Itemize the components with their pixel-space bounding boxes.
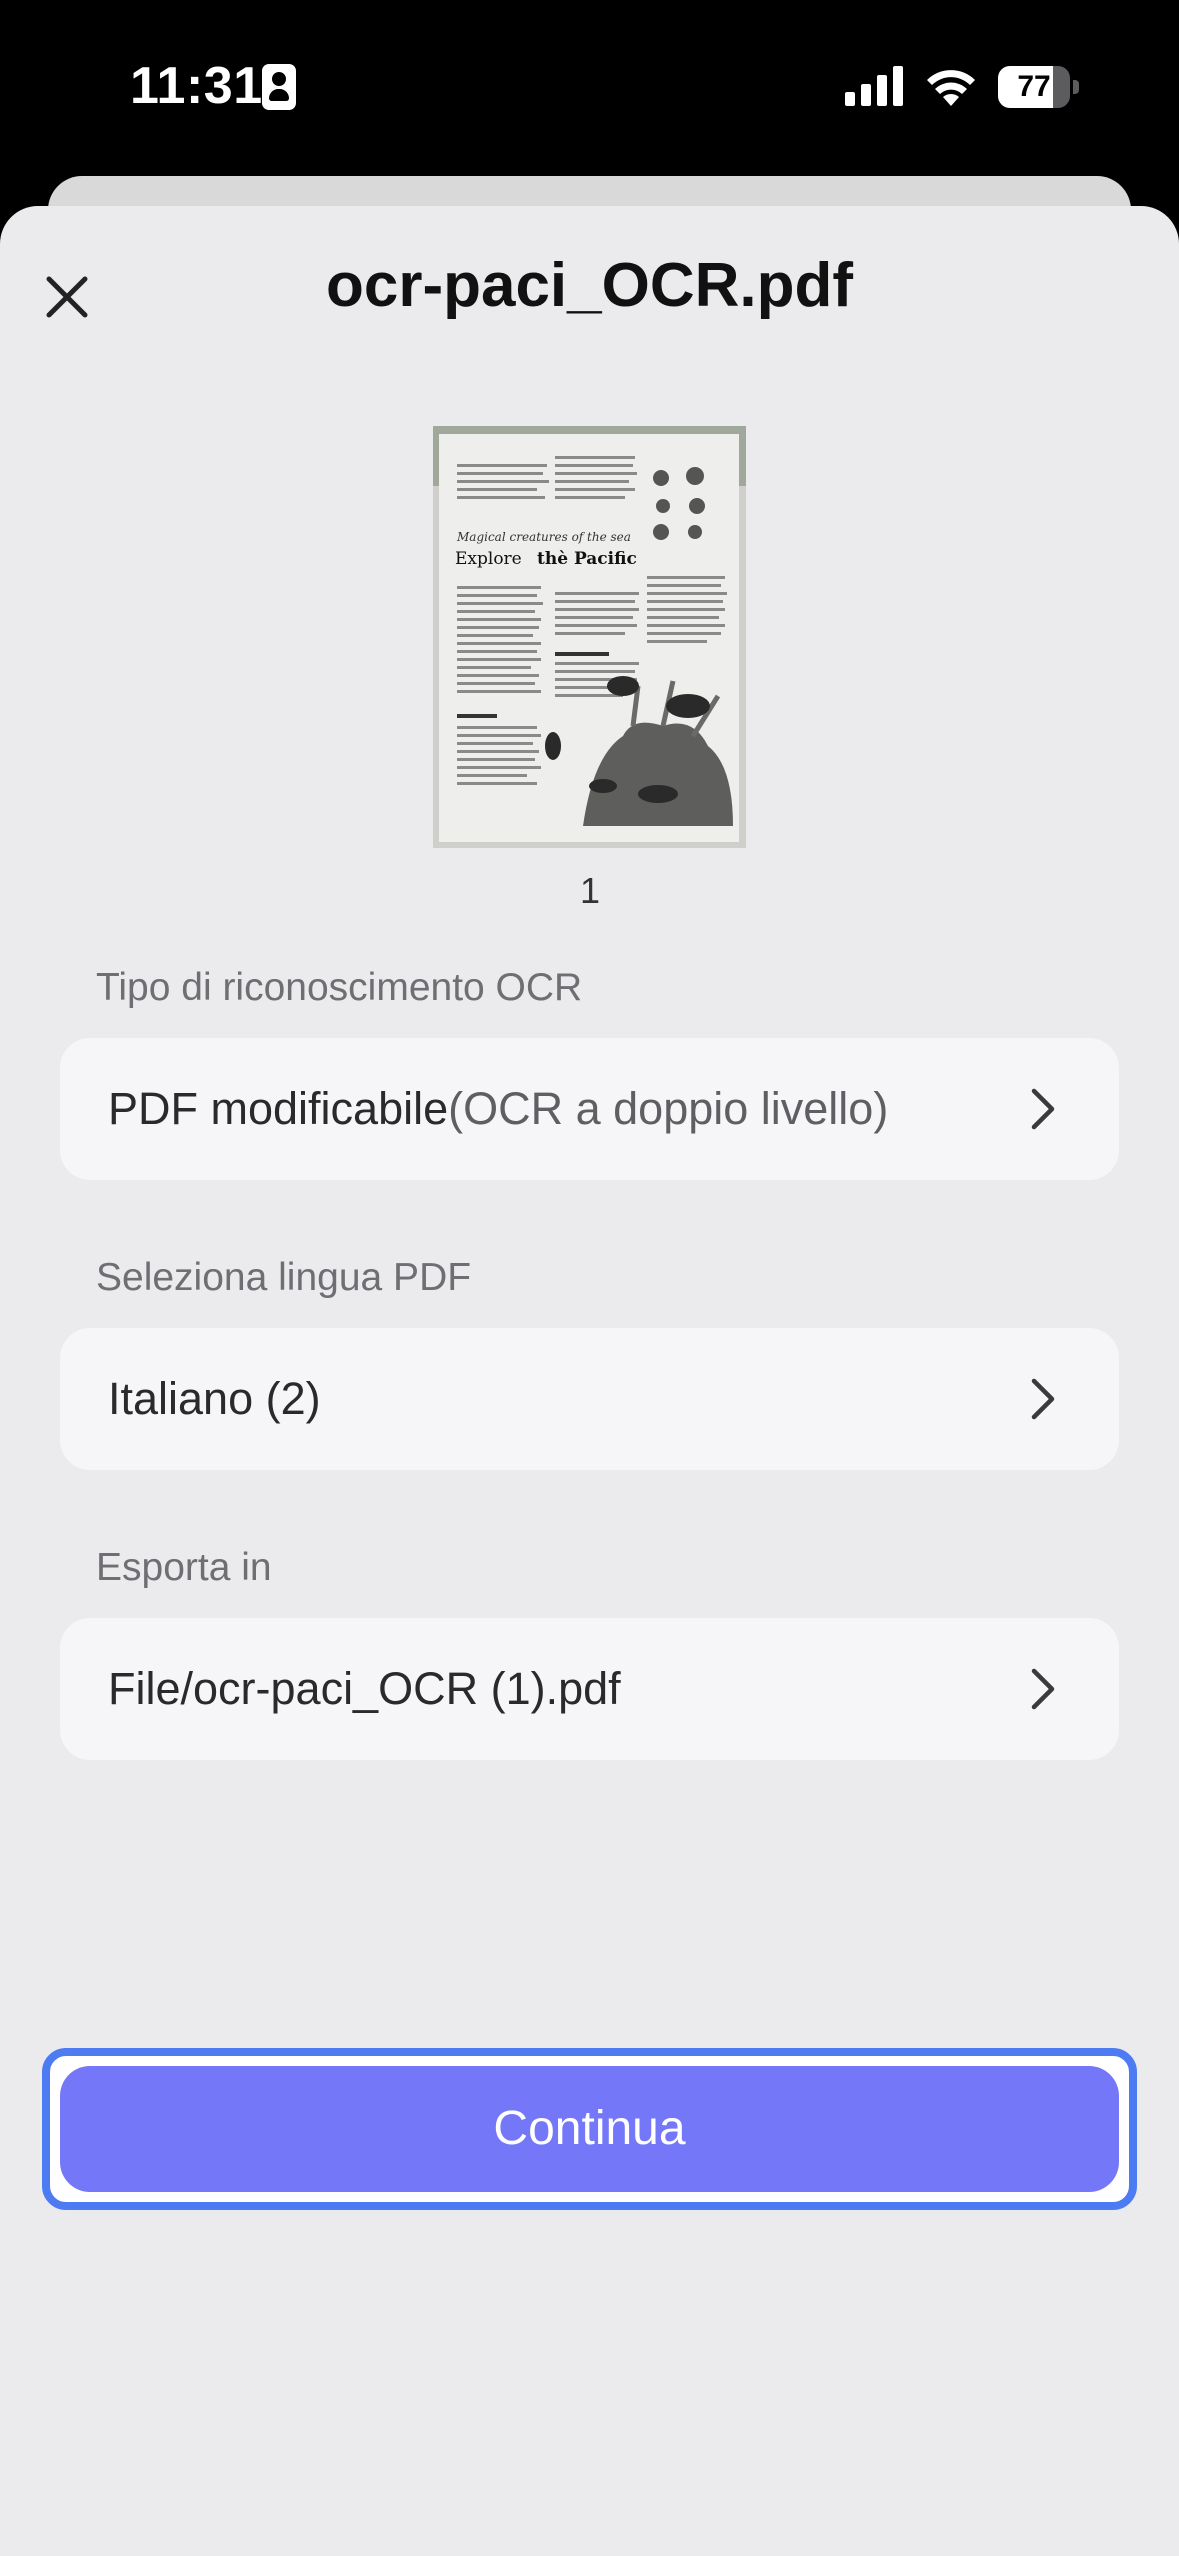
continue-button[interactable]: Continua [60,2066,1119,2192]
chevron-right-icon [1031,1378,1055,1420]
pdf-language-selector[interactable]: Italiano (2) [60,1328,1119,1470]
page-thumbnail[interactable]: Magical creatures of the sea Explore thè… [433,426,746,848]
export-location-value: File/ocr-paci_OCR (1).pdf [108,1663,621,1714]
pdf-language-label: Seleziona lingua PDF [96,1256,472,1299]
chevron-right-icon [1031,1668,1055,1710]
ocr-type-value: PDF modificabile(OCR a doppio livello) [108,1083,889,1134]
thumb-subheading: Magical creatures of the sea [456,530,631,544]
thumb-heading-1: Explore [455,549,522,569]
close-icon[interactable] [36,266,98,328]
wifi-icon [927,70,975,106]
ocr-type-selector[interactable]: PDF modificabile(OCR a doppio livello) [60,1038,1119,1180]
export-location-selector[interactable]: File/ocr-paci_OCR (1).pdf [60,1618,1119,1760]
status-bar: 11:31 77 [0,0,1179,175]
export-location-label: Esporta in [96,1546,272,1589]
cellular-signal-icon [845,66,903,106]
document-title: ocr-paci_OCR.pdf [325,251,854,320]
thumb-heading-2: thè Pacific [537,549,637,569]
pdf-language-value: Italiano (2) [108,1373,321,1424]
battery-percent: 77 [1017,70,1051,103]
status-time: 11:31 [130,57,263,115]
id-card-icon [262,64,296,110]
battery-icon: 77 [998,66,1080,108]
chevron-right-icon [1031,1088,1055,1130]
ocr-type-label: Tipo di riconoscimento OCR [96,966,583,1009]
page-number: 1 [579,870,601,911]
